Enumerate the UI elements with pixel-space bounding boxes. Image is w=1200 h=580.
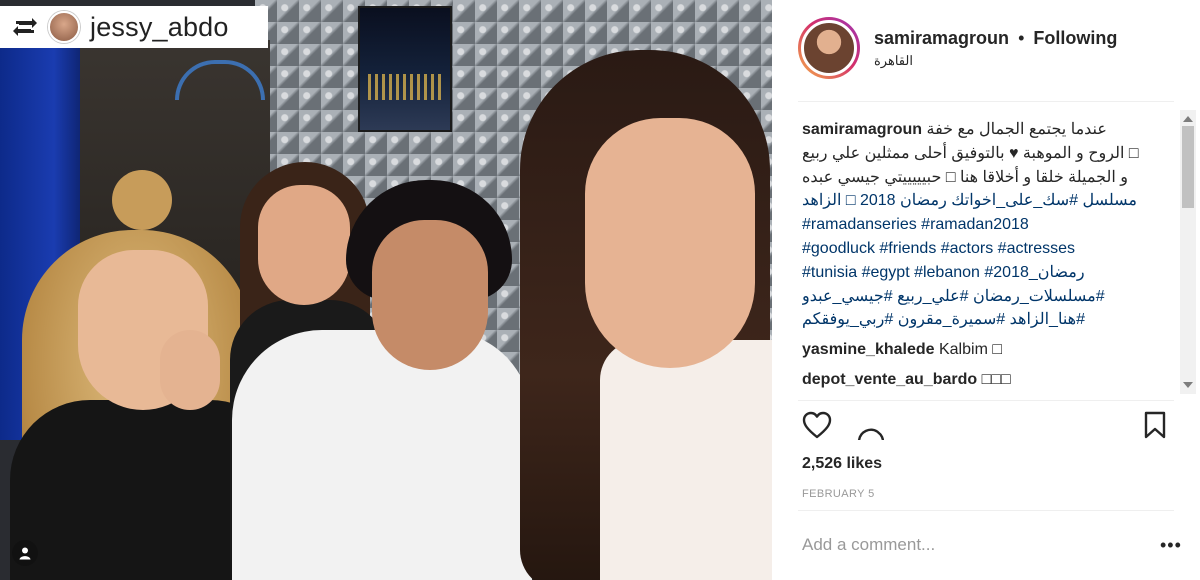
- comment-button[interactable]: [852, 408, 886, 442]
- heart-icon: [802, 411, 832, 439]
- bookmark-icon: [1144, 411, 1166, 439]
- scroll-down-arrow[interactable]: [1183, 382, 1193, 388]
- caption-hashtag-line[interactable]: #هنا_الزاهد #سميرة_مقرون #ربي_يوفقكم: [802, 308, 1178, 332]
- caption-username[interactable]: samiramagroun: [802, 121, 922, 138]
- person-2-face: [258, 185, 350, 305]
- city-painting: [358, 6, 452, 132]
- comments-section[interactable]: samiramagroun عندما يجتمع الجمال مع خفة …: [802, 118, 1178, 398]
- save-button[interactable]: [1138, 408, 1172, 442]
- action-bar: [800, 408, 1172, 444]
- more-options-button[interactable]: •••: [1160, 536, 1182, 554]
- caption-hashtag-line[interactable]: #goodluck #friends #actors #actresses: [802, 237, 1178, 261]
- person-1-hand: [160, 330, 220, 410]
- scroll-thumb[interactable]: [1182, 126, 1194, 208]
- instagram-post: jessy_abdo samiramagroun • Following الق…: [0, 0, 1200, 580]
- header-divider: [798, 101, 1174, 102]
- follow-status[interactable]: Following: [1033, 28, 1117, 48]
- person-3-body: [232, 330, 532, 580]
- add-comment-input[interactable]: [802, 532, 1122, 558]
- caption-line: و الجميلة خلقا و أخلاقا هنا □ حبيييييتي …: [802, 168, 1128, 186]
- caption-hashtag-line[interactable]: #tunisia #egypt #lebanon #2018_رمضان: [802, 261, 1178, 285]
- header-username[interactable]: samiramagroun: [874, 28, 1009, 48]
- post-panel: samiramagroun • Following القاهرة samira…: [772, 0, 1200, 580]
- repost-username[interactable]: jessy_abdo: [90, 12, 229, 43]
- person-4-body: [600, 340, 772, 580]
- comment-divider: [798, 510, 1174, 511]
- location-link[interactable]: القاهرة: [874, 53, 1117, 69]
- caption-text: عندما يجتمع الجمال مع خفة: [926, 121, 1107, 138]
- comment-item: depot_vente_au_bardo □□□: [802, 368, 1178, 392]
- comment-username[interactable]: depot_vente_au_bardo: [802, 371, 977, 388]
- post-photo[interactable]: jessy_abdo: [0, 0, 772, 580]
- repost-tag[interactable]: jessy_abdo: [0, 6, 268, 48]
- like-button[interactable]: [800, 408, 834, 442]
- post-date[interactable]: FEBRUARY 5: [802, 488, 875, 500]
- caption-hashtag-line[interactable]: مسلسل #سك_على_اخواتك رمضان 2018 □ الزاهد: [802, 189, 1178, 213]
- person-tag-icon[interactable]: [12, 540, 38, 566]
- comments-scrollbar[interactable]: [1180, 110, 1196, 394]
- comment-username[interactable]: yasmine_khalede: [802, 341, 935, 358]
- comment-text: □□□: [981, 370, 1011, 388]
- header-text: samiramagroun • Following القاهرة: [874, 28, 1117, 69]
- header-line: samiramagroun • Following: [874, 28, 1117, 49]
- caption-line: □ الروح و الموهبة ♥ بالتوفيق أحلى ممثلين…: [802, 144, 1139, 162]
- header-separator: •: [1018, 27, 1025, 48]
- repost-avatar[interactable]: [48, 11, 80, 43]
- avatar[interactable]: [801, 20, 857, 76]
- repost-icon: [13, 18, 37, 36]
- story-ring[interactable]: [798, 17, 860, 79]
- scroll-up-arrow[interactable]: [1183, 116, 1193, 122]
- caption-hashtag-line[interactable]: #مسلسلات_رمضان #علي_ربيع #جيسي_عبدو: [802, 285, 1178, 309]
- actions-divider: [798, 400, 1174, 401]
- post-header: samiramagroun • Following القاهرة: [772, 0, 1200, 96]
- person-1-bun: [112, 170, 172, 230]
- person-4-face: [585, 118, 755, 368]
- person-silhouette-icon: [19, 547, 31, 560]
- caption-hashtag-line[interactable]: #ramadanseries #ramadan2018: [802, 213, 1178, 237]
- comment-item: yasmine_khalede Kalbim □: [802, 338, 1178, 362]
- comment-text: Kalbim □: [938, 341, 1002, 359]
- person-3-face: [372, 220, 488, 370]
- likes-count[interactable]: 2,526 likes: [802, 455, 882, 473]
- comment-icon: [857, 428, 884, 440]
- caption-line: samiramagroun عندما يجتمع الجمال مع خفة: [802, 118, 1178, 142]
